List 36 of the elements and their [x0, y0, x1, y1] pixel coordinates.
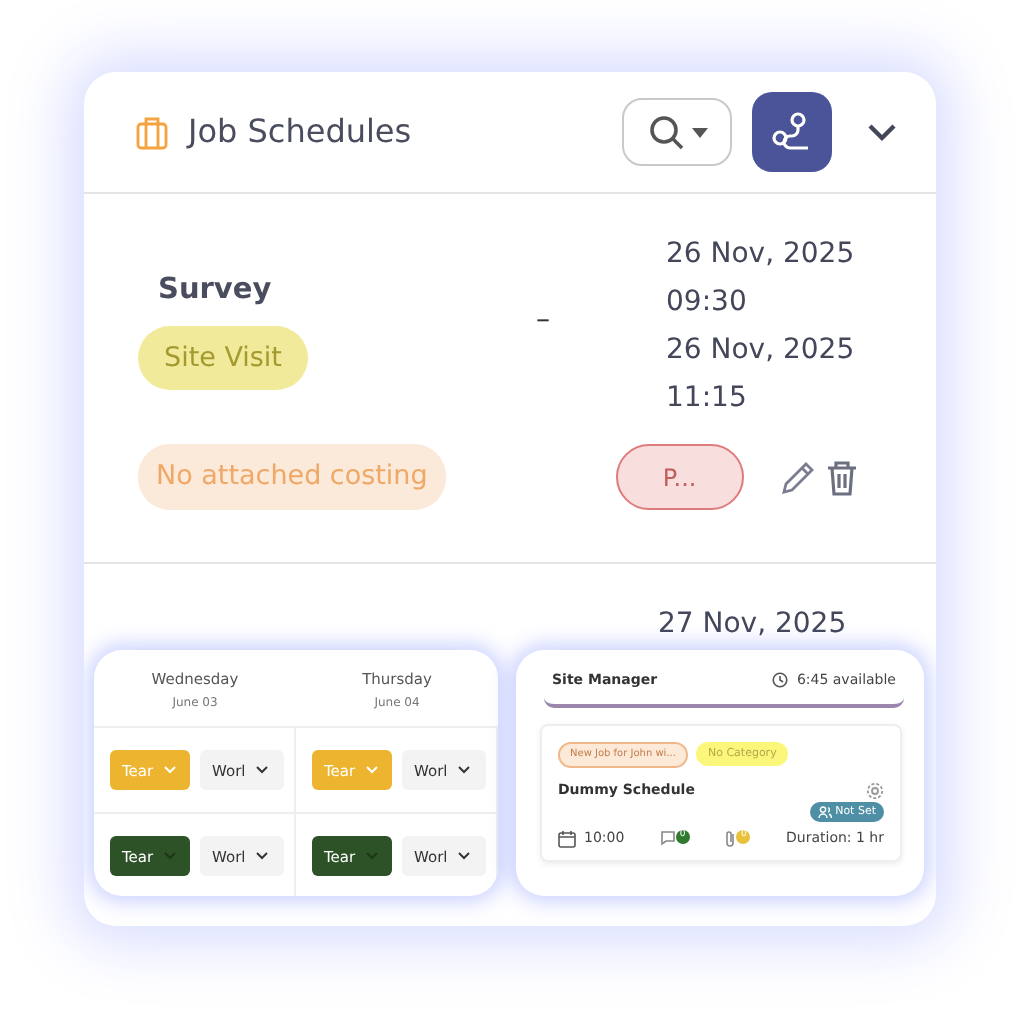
route-icon	[772, 112, 812, 152]
chevron-down-icon	[457, 852, 470, 861]
chevron-down-icon	[255, 852, 268, 861]
paperclip-icon	[724, 829, 737, 847]
time-text: 11:15	[666, 382, 747, 414]
chevron-down-icon	[163, 852, 176, 861]
search-icon	[647, 114, 683, 150]
chevron-down-icon	[365, 766, 378, 775]
gear-icon	[866, 781, 884, 800]
edit-button[interactable]	[779, 459, 816, 495]
category-tag: Site Visit	[138, 325, 308, 390]
chat-icon	[659, 830, 676, 846]
date-text: 26 Nov, 2025	[666, 238, 855, 270]
briefcase-icon	[136, 115, 168, 149]
expand-button[interactable]	[868, 123, 896, 141]
route-button[interactable]	[752, 92, 832, 172]
trash-icon	[825, 459, 858, 495]
people-icon	[817, 805, 832, 818]
search-button[interactable]	[622, 98, 732, 166]
date-separator: –	[536, 304, 550, 336]
clock-icon	[772, 672, 789, 689]
calendar-icon	[558, 829, 576, 847]
pencil-icon	[779, 459, 816, 495]
page-title: Job Schedules	[188, 110, 414, 154]
caret-icon	[691, 127, 707, 137]
job-title: Survey	[158, 272, 274, 310]
chevron-down-icon	[868, 123, 896, 141]
delete-button[interactable]	[825, 459, 858, 495]
chevron-down-icon	[365, 852, 378, 861]
time-text: 09:30	[666, 286, 747, 318]
chevron-down-icon	[255, 766, 268, 775]
chevron-down-icon	[163, 766, 176, 775]
date-text: 26 Nov, 2025	[666, 334, 855, 366]
date-text: 27 Nov, 2025	[658, 608, 847, 640]
costing-tag: No attached costing	[138, 444, 446, 510]
chevron-down-icon	[457, 766, 470, 775]
